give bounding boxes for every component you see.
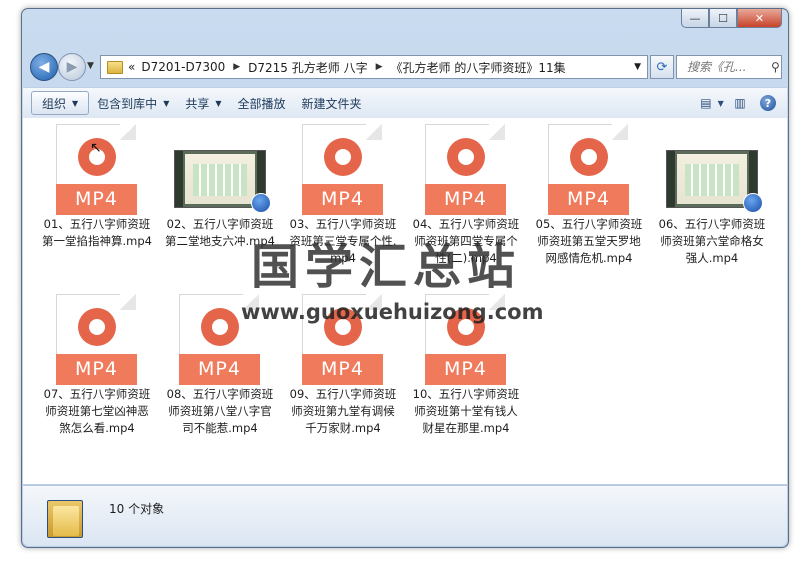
caret-down-icon: ▼	[163, 98, 170, 108]
mp4-label: MP4	[425, 354, 506, 385]
include-in-library-button[interactable]: 包含到库中 ▼	[89, 92, 177, 114]
play-all-button[interactable]: 全部播放	[230, 92, 294, 114]
search-icon[interactable]: ⚲	[771, 60, 780, 74]
mp4-label: MP4	[56, 354, 137, 385]
caption-buttons: — ☐ ✕	[681, 9, 782, 28]
close-button[interactable]: ✕	[737, 9, 782, 28]
file-name: 01、五行八字师资班第一堂掐指神算.mp4	[42, 217, 152, 248]
folder-icon	[107, 60, 123, 74]
help-icon: ?	[760, 95, 776, 111]
breadcrumb-d7201[interactable]: D7201-D7300	[141, 60, 225, 74]
include-in-library-label: 包含到库中	[97, 96, 158, 111]
maximize-button[interactable]: ☐	[709, 9, 737, 28]
mp4-file-icon: MP4	[56, 124, 138, 216]
mp4-file-icon: MP4	[425, 124, 507, 216]
back-button[interactable]: ◀	[30, 53, 58, 81]
recent-pages-dropdown[interactable]: ▼	[87, 61, 94, 71]
view-options-icon[interactable]: ▤ ▼	[700, 93, 724, 113]
details-pane: 10 个对象	[23, 485, 787, 546]
mp4-label: MP4	[179, 354, 260, 385]
media-player-badge-icon	[251, 193, 271, 213]
command-bar: 组织 ▼ 包含到库中 ▼ 共享 ▼ 全部播放 新建文件夹 ▤ ▼ ▥ ?	[23, 87, 787, 119]
toolbar-right: ▤ ▼ ▥ ?	[695, 93, 779, 113]
watermark-url: www.guoxuehuizong.com	[241, 300, 544, 324]
caret-down-icon: ▼	[717, 98, 724, 108]
media-player-badge-icon	[743, 193, 763, 213]
mp4-label: MP4	[425, 184, 506, 215]
video-thumbnail-icon	[174, 150, 271, 213]
minimize-button[interactable]: —	[681, 9, 709, 28]
preview-pane-icon[interactable]: ▥	[729, 93, 751, 113]
file-name: 09、五行八字师资班师资班第九堂有调候千万家财.mp4	[289, 387, 397, 435]
item-count: 10 个对象	[109, 502, 165, 516]
file-name: 05、五行八字师资班师资班第五堂天罗地网感情危机.mp4	[535, 217, 643, 265]
navigation-bar: ◀ ▶ ▼ « D7201-D7300 ▶ D7215 孔方老师 八字 ▶ 《孔…	[30, 53, 782, 81]
organize-button[interactable]: 组织 ▼	[31, 91, 90, 115]
share-label: 共享	[185, 96, 210, 111]
chevron-right-icon[interactable]: ▶	[376, 62, 383, 72]
mp4-label: MP4	[548, 184, 629, 215]
search-input[interactable]	[685, 59, 769, 75]
file-item[interactable]: MP4 07、五行八字师资班师资班第七堂凶神恶煞怎么看.mp4	[41, 294, 153, 437]
organize-label: 组织	[42, 96, 67, 111]
mp4-file-icon: MP4	[56, 294, 138, 386]
chevron-right-icon[interactable]: ▶	[233, 62, 240, 72]
mp4-label: MP4	[302, 354, 383, 385]
mouse-cursor-icon: ↖	[90, 140, 102, 156]
file-name: 07、五行八字师资班师资班第七堂凶神恶煞怎么看.mp4	[43, 387, 151, 435]
file-name: 06、五行八字师资班师资班第六堂命格女强人.mp4	[658, 217, 766, 265]
watermark-title: 国学汇总站	[251, 239, 522, 295]
breadcrumb-d7215[interactable]: D7215 孔方老师 八字	[248, 59, 367, 76]
view-icon: ▤	[700, 96, 712, 110]
file-name: 10、五行八字师资班师资班第十堂有钱人财星在那里.mp4	[412, 387, 520, 435]
caret-down-icon: ▼	[215, 98, 222, 108]
help-button[interactable]: ?	[757, 93, 779, 113]
address-bar[interactable]: « D7201-D7300 ▶ D7215 孔方老师 八字 ▶ 《孔方老师 的八…	[100, 55, 648, 79]
caret-down-icon: ▼	[72, 98, 79, 108]
search-box[interactable]: ⚲	[676, 55, 782, 79]
forward-button[interactable]: ▶	[58, 53, 86, 81]
address-dropdown-icon[interactable]: ▼	[634, 62, 641, 72]
new-folder-button[interactable]: 新建文件夹	[294, 92, 370, 114]
file-item[interactable]: MP4 05、五行八字师资班师资班第五堂天罗地网感情危机.mp4	[533, 124, 645, 267]
share-button[interactable]: 共享 ▼	[177, 92, 229, 114]
mp4-file-icon: MP4	[302, 124, 384, 216]
file-name: 08、五行八字师资班师资班第八堂八字官司不能惹.mp4	[166, 387, 274, 435]
mp4-file-icon: MP4	[548, 124, 630, 216]
breadcrumb-overflow[interactable]: «	[128, 60, 135, 74]
refresh-button[interactable]: ⟳	[650, 55, 674, 79]
mp4-label: MP4	[302, 184, 383, 215]
breadcrumb-current-folder[interactable]: 《孔方老师 的八字师资班》11集	[391, 59, 566, 76]
mp4-label: MP4	[56, 184, 137, 215]
video-thumbnail-icon	[666, 150, 763, 213]
file-item[interactable]: 06、五行八字师资班师资班第六堂命格女强人.mp4	[656, 124, 768, 267]
folder-icon	[47, 496, 83, 538]
